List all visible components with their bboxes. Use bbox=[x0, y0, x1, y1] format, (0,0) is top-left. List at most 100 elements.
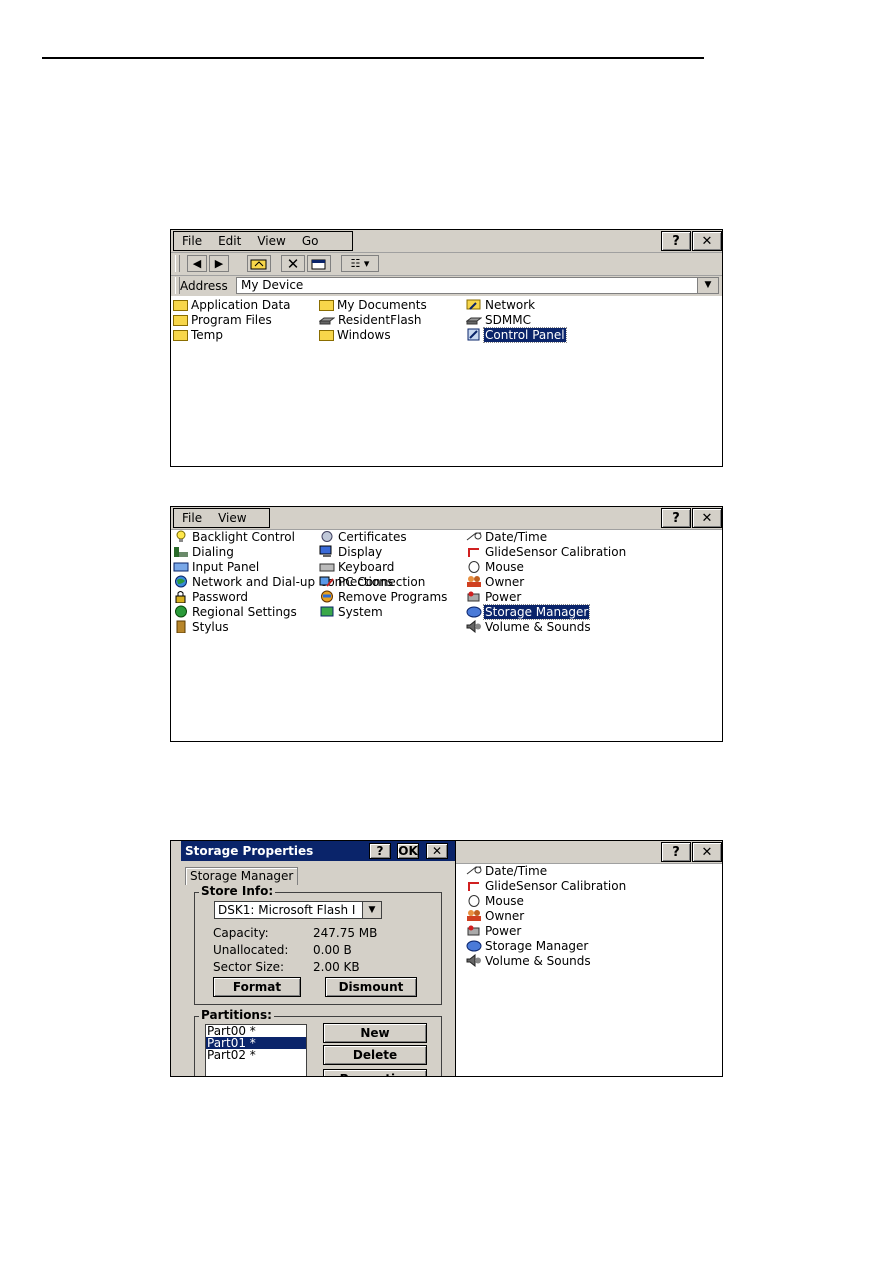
close-button[interactable]: ✕ bbox=[692, 231, 722, 251]
new-partition-button[interactable]: New bbox=[323, 1023, 427, 1043]
menu-go[interactable]: Go bbox=[294, 234, 327, 248]
help-button[interactable]: ? bbox=[661, 508, 691, 528]
item-label: Application Data bbox=[191, 297, 291, 312]
item-network[interactable]: Network bbox=[466, 297, 536, 312]
cp-date-time[interactable]: Date/Time bbox=[466, 529, 548, 544]
menu-view[interactable]: View bbox=[210, 511, 254, 525]
item-label: Volume & Sounds bbox=[485, 619, 591, 634]
cp-dialing[interactable]: Dialing bbox=[173, 544, 235, 559]
cp-keyboard[interactable]: Keyboard bbox=[319, 559, 395, 574]
unallocated-value: 0.00 B bbox=[313, 943, 352, 957]
item-residentflash[interactable]: ResidentFlash bbox=[318, 312, 423, 327]
partitions-list[interactable]: Part00 * Part01 * Part02 * bbox=[205, 1024, 307, 1076]
cp-mouse[interactable]: Mouse bbox=[466, 559, 525, 574]
address-dropdown-icon[interactable]: ▼ bbox=[697, 278, 718, 293]
tab-storage-manager[interactable]: Storage Manager bbox=[185, 867, 299, 885]
item-temp[interactable]: Temp bbox=[173, 327, 224, 342]
item-label: ResidentFlash bbox=[338, 312, 422, 327]
toolbar-grip[interactable] bbox=[175, 255, 180, 272]
delete-partition-button[interactable]: Delete bbox=[323, 1045, 427, 1065]
close-button[interactable]: ✕ bbox=[692, 842, 722, 862]
menu-file[interactable]: File bbox=[174, 511, 210, 525]
cp-backlight-control[interactable]: Backlight Control bbox=[173, 529, 296, 544]
item-label: Input Panel bbox=[192, 559, 260, 574]
cp-owner[interactable]: Owner bbox=[466, 574, 525, 589]
cp-system[interactable]: System bbox=[319, 604, 384, 619]
delete-icon[interactable]: ✕ bbox=[281, 255, 305, 273]
menu-file[interactable]: File bbox=[174, 234, 210, 248]
partition-item[interactable]: Part02 * bbox=[206, 1049, 306, 1061]
item-label: Display bbox=[338, 544, 383, 559]
cp-password[interactable]: Password bbox=[173, 589, 249, 604]
address-label: Address bbox=[180, 279, 228, 293]
cp-volume-sounds[interactable]: Volume & Sounds bbox=[466, 953, 592, 968]
control-panel-icon bbox=[466, 328, 482, 341]
cp-date-time[interactable]: Date/Time bbox=[466, 863, 548, 878]
item-windows[interactable]: Windows bbox=[319, 327, 392, 342]
item-label: Mouse bbox=[485, 559, 524, 574]
dismount-button[interactable]: Dismount bbox=[325, 977, 417, 997]
item-label: Certificates bbox=[338, 529, 407, 544]
item-application-data[interactable]: Application Data bbox=[173, 297, 292, 312]
format-button[interactable]: Format bbox=[213, 977, 301, 997]
cp-power[interactable]: Power bbox=[466, 589, 522, 604]
item-label: Storage Manager bbox=[482, 603, 591, 620]
help-button[interactable]: ? bbox=[661, 231, 691, 251]
display-icon bbox=[319, 545, 335, 558]
help-button[interactable]: ? bbox=[661, 842, 691, 862]
cp-display[interactable]: Display bbox=[319, 544, 383, 559]
folder-icon bbox=[319, 330, 334, 341]
item-sdmmc[interactable]: SDMMC bbox=[465, 312, 532, 327]
dialog-ok-button[interactable]: OK bbox=[397, 843, 419, 859]
cp-regional-settings[interactable]: Regional Settings bbox=[173, 604, 298, 619]
item-label: Mouse bbox=[485, 893, 524, 908]
dialog-close-button[interactable]: ✕ bbox=[426, 843, 448, 859]
partitions-group: Partitions: Part00 * Part01 * Part02 * N… bbox=[194, 1008, 442, 1076]
cp-power[interactable]: Power bbox=[466, 923, 522, 938]
item-label: Date/Time bbox=[485, 863, 548, 878]
item-label: Date/Time bbox=[485, 529, 548, 544]
cp-storage-manager[interactable]: Storage Manager bbox=[466, 938, 589, 953]
dialog-title-text: Storage Properties bbox=[185, 844, 314, 858]
cp-certificates[interactable]: Certificates bbox=[319, 529, 408, 544]
cp-volume-sounds[interactable]: Volume & Sounds bbox=[466, 619, 592, 634]
item-label: My Documents bbox=[337, 297, 427, 312]
cp-input-panel[interactable]: Input Panel bbox=[173, 559, 260, 574]
item-label: Dialing bbox=[192, 544, 234, 559]
forward-icon[interactable]: ▶ bbox=[209, 255, 229, 272]
cp-glidesensor-calibration[interactable]: GlideSensor Calibration bbox=[466, 878, 627, 893]
views-icon[interactable]: ☷ ▾ bbox=[341, 255, 379, 272]
store-select[interactable]: DSK1: Microsoft Flash I ▼ bbox=[214, 901, 382, 919]
cp-glidesensor-calibration[interactable]: GlideSensor Calibration bbox=[466, 544, 627, 559]
item-control-panel[interactable]: Control Panel bbox=[466, 326, 567, 343]
item-my-documents[interactable]: My Documents bbox=[319, 297, 428, 312]
item-program-files[interactable]: Program Files bbox=[173, 312, 273, 327]
address-input[interactable]: My Device ▼ bbox=[236, 277, 719, 294]
cp-pc-connection[interactable]: PC Connection bbox=[319, 574, 426, 589]
menu-view[interactable]: View bbox=[249, 234, 293, 248]
partition-properties-button[interactable]: Properties bbox=[323, 1069, 427, 1076]
cp-stylus[interactable]: Stylus bbox=[173, 619, 230, 634]
stylus-icon bbox=[173, 620, 189, 634]
item-label: System bbox=[338, 604, 383, 619]
up-folder-icon[interactable] bbox=[247, 255, 271, 272]
item-label: Volume & Sounds bbox=[485, 953, 591, 968]
close-button[interactable]: ✕ bbox=[692, 508, 722, 528]
remove-programs-icon bbox=[319, 590, 335, 603]
cp-remove-programs[interactable]: Remove Programs bbox=[319, 589, 448, 604]
sector-size-label: Sector Size: bbox=[213, 960, 285, 974]
properties-icon[interactable] bbox=[307, 255, 331, 272]
menu-group: File View bbox=[173, 508, 270, 528]
network-folder-icon bbox=[466, 298, 482, 311]
cp-storage-manager[interactable]: Storage Manager bbox=[466, 603, 591, 620]
cp-mouse[interactable]: Mouse bbox=[466, 893, 525, 908]
menu-edit[interactable]: Edit bbox=[210, 234, 249, 248]
mouse-icon bbox=[466, 894, 482, 907]
dialog-help-button[interactable]: ? bbox=[369, 843, 391, 859]
store-select-value: DSK1: Microsoft Flash I bbox=[218, 903, 356, 917]
item-label: GlideSensor Calibration bbox=[485, 544, 627, 559]
back-icon[interactable]: ◀ bbox=[187, 255, 207, 272]
chevron-down-icon[interactable]: ▼ bbox=[362, 902, 381, 918]
cp-owner[interactable]: Owner bbox=[466, 908, 525, 923]
item-label: Temp bbox=[191, 327, 223, 342]
